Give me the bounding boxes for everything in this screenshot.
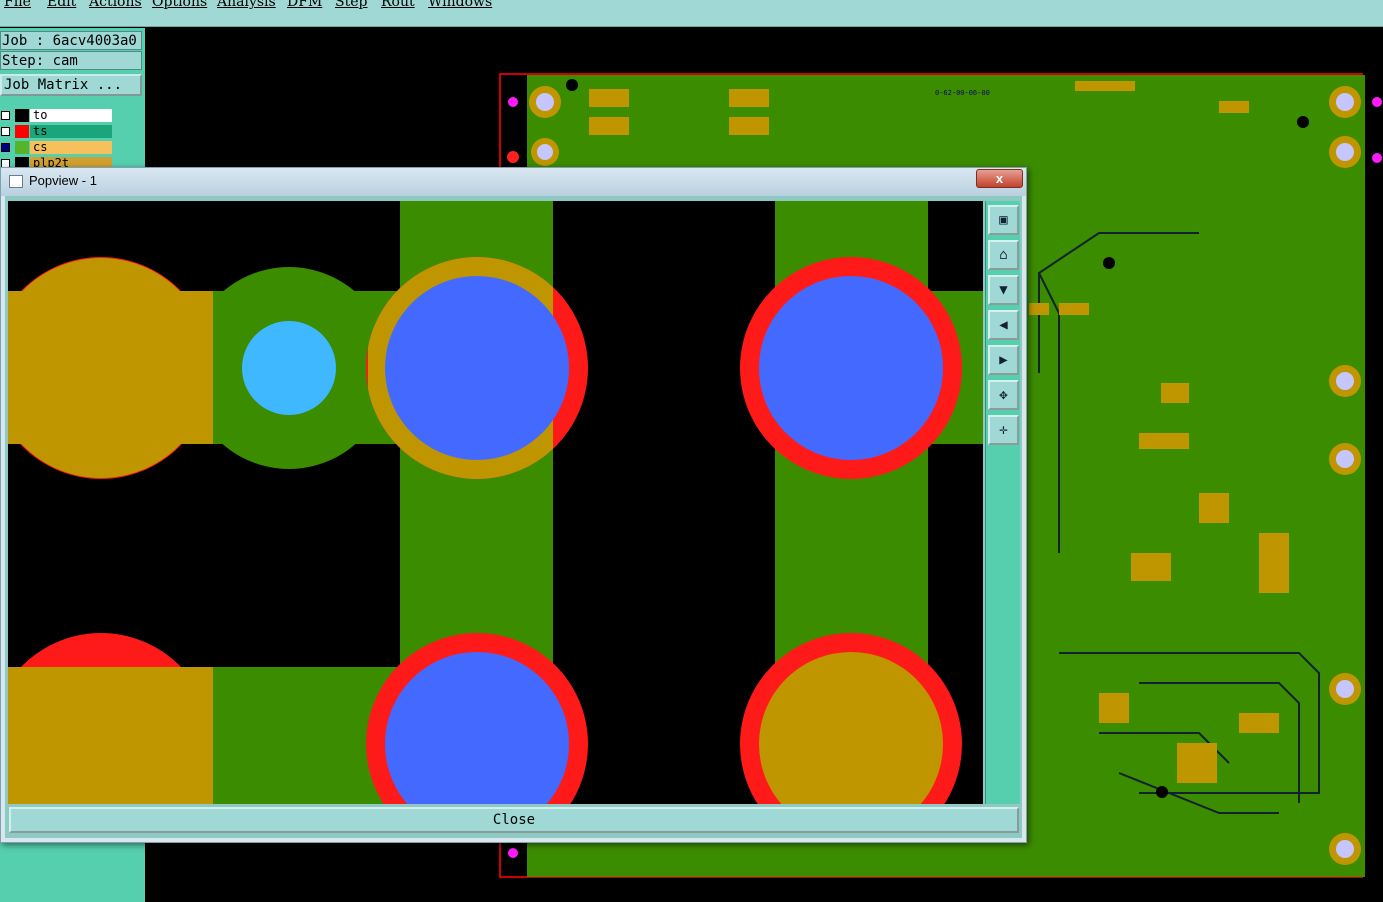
title-bar[interactable]: Popview - 1 x	[1, 168, 1026, 196]
menu-bar: File Edit Actions Options Analysis DFM S…	[0, 0, 1383, 27]
pan-all-icon[interactable]: ✛	[988, 415, 1019, 445]
menu-windows[interactable]: Windows	[428, 0, 492, 10]
menu-rout[interactable]: Rout	[381, 0, 415, 10]
menu-edit[interactable]: Edit	[47, 0, 76, 10]
layer-color-swatch[interactable]	[15, 141, 29, 154]
layer-checkbox[interactable]	[1, 143, 10, 152]
popview-toolbar: ▣ ⌂ ▼ ◀ ▶ ✥ ✛	[985, 201, 1020, 804]
layer-checkbox[interactable]	[1, 111, 10, 120]
layer-row[interactable]: ts	[0, 124, 114, 139]
layer-name: ts	[30, 125, 112, 138]
menu-analysis[interactable]: Analysis	[217, 0, 276, 10]
menu-options[interactable]: Options	[152, 0, 207, 10]
layer-color-swatch[interactable]	[15, 109, 29, 122]
popview-canvas[interactable]	[8, 201, 983, 804]
pan-right-icon[interactable]: ▶	[988, 345, 1019, 375]
popview-window: Popview - 1 x ▣ ⌂ ▼ ◀ ▶ ✥ ✛ Close	[0, 167, 1027, 843]
window-icon[interactable]: ▣	[988, 205, 1019, 235]
pan-left-icon[interactable]: ◀	[988, 310, 1019, 340]
menu-file[interactable]: File	[4, 0, 31, 10]
close-button[interactable]: Close	[9, 807, 1019, 833]
zoom-in-icon[interactable]: ▼	[988, 275, 1019, 305]
layer-checkbox[interactable]	[1, 127, 10, 136]
layer-row[interactable]: to	[0, 108, 114, 123]
board-label: 0-62-00-06-00	[935, 89, 990, 97]
layer-name: cs	[30, 141, 112, 154]
layer-row[interactable]: cs	[0, 140, 114, 155]
step-name: Step: cam	[0, 51, 142, 70]
window-icon	[9, 175, 23, 188]
menu-step[interactable]: Step	[335, 0, 367, 10]
zoom-home-icon[interactable]: ⌂	[988, 240, 1019, 270]
window-title: Popview - 1	[29, 173, 97, 188]
job-name: Job : 6acv4003a0	[0, 31, 142, 50]
zoom-fit-icon[interactable]: ✥	[988, 380, 1019, 410]
layer-color-swatch[interactable]	[15, 125, 29, 138]
menu-dfm[interactable]: DFM	[287, 0, 322, 10]
menu-actions[interactable]: Actions	[89, 0, 142, 10]
job-matrix-button[interactable]: Job Matrix ...	[0, 74, 142, 96]
close-icon[interactable]: x	[976, 169, 1023, 188]
layer-name: to	[30, 109, 112, 122]
